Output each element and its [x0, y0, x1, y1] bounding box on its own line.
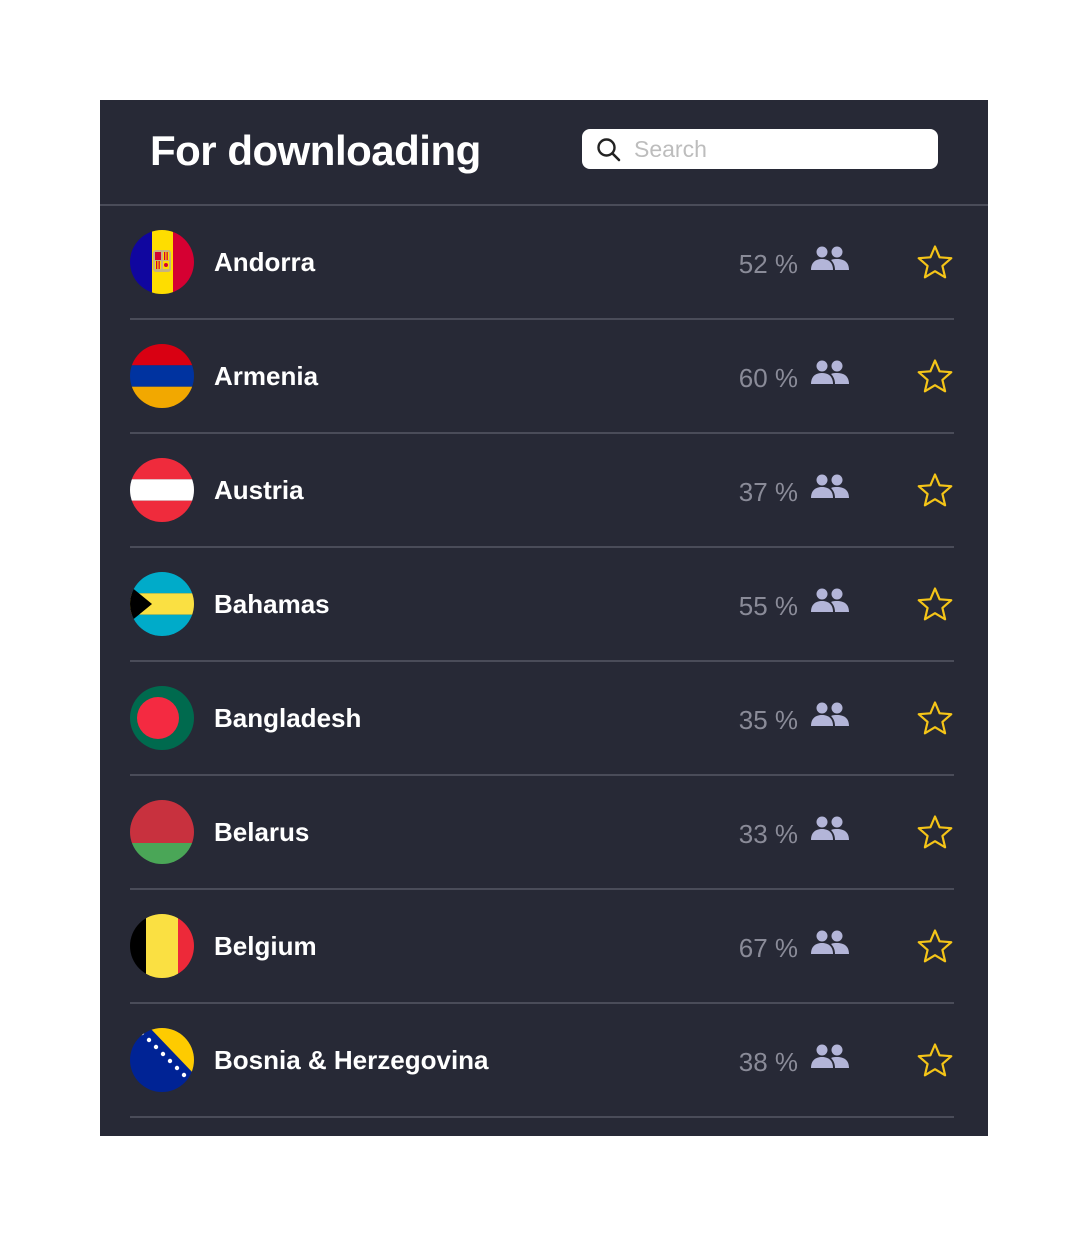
- country-list-panel: For downloading Search Andorra 52 % Arme…: [100, 100, 988, 1136]
- people-icon: [811, 360, 849, 384]
- country-name: Belgium: [214, 931, 317, 961]
- country-row[interactable]: Bangladesh 35 %: [130, 662, 954, 776]
- search-box[interactable]: [582, 129, 938, 169]
- country-name: Armenia: [214, 361, 319, 391]
- favorite-star-icon[interactable]: [916, 472, 954, 510]
- page-title: For downloading: [150, 127, 481, 174]
- favorite-star-icon[interactable]: [916, 1042, 954, 1080]
- load-percent: 60 %: [738, 363, 798, 393]
- favorite-star-icon[interactable]: [916, 244, 954, 282]
- people-icon: [811, 588, 849, 612]
- favorite-star-icon[interactable]: [916, 814, 954, 852]
- favorite-star-icon[interactable]: [916, 358, 954, 396]
- load-percent: 35 %: [738, 705, 798, 735]
- flag-armenia-icon: [130, 344, 194, 408]
- load-percent: 33 %: [738, 819, 798, 849]
- load-percent: 52 %: [738, 249, 798, 279]
- country-name: Bangladesh: [214, 703, 362, 733]
- load-percent: 37 %: [738, 477, 798, 507]
- people-icon: [811, 1044, 849, 1068]
- favorite-star-icon[interactable]: [916, 586, 954, 624]
- country-list: Andorra 52 % Armenia 60 % Austria 37 % B…: [130, 206, 954, 1118]
- people-icon: [811, 702, 849, 726]
- people-icon: [811, 816, 849, 840]
- country-name: Belarus: [214, 817, 310, 847]
- search-icon: [597, 138, 621, 162]
- flag-belarus-icon: [130, 800, 194, 864]
- flag-bahamas-icon: [130, 572, 194, 636]
- search-input[interactable]: [634, 133, 924, 165]
- country-name: Bahamas: [214, 589, 330, 619]
- flag-andorra-icon: [130, 230, 194, 294]
- people-icon: [811, 930, 849, 954]
- favorite-star-icon[interactable]: [916, 928, 954, 966]
- flag-austria-icon: [130, 458, 194, 522]
- country-row[interactable]: Andorra 52 %: [130, 206, 954, 320]
- flag-bangladesh-icon: [130, 686, 194, 750]
- country-row[interactable]: Bosnia & Herzegovina 38 %: [130, 1004, 954, 1118]
- country-row[interactable]: Armenia 60 %: [130, 320, 954, 434]
- flag-belgium-icon: [130, 914, 194, 978]
- country-row[interactable]: Bahamas 55 %: [130, 548, 954, 662]
- favorite-star-icon[interactable]: [916, 700, 954, 738]
- country-name: Bosnia & Herzegovina: [214, 1045, 489, 1075]
- flag-bosnia-icon: [130, 1028, 194, 1092]
- country-row[interactable]: Austria 37 %: [130, 434, 954, 548]
- load-percent: 67 %: [738, 933, 798, 963]
- country-row[interactable]: Belarus 33 %: [130, 776, 954, 890]
- country-name: Andorra: [214, 247, 316, 277]
- load-percent: 55 %: [738, 591, 798, 621]
- load-percent: 38 %: [738, 1047, 798, 1077]
- people-icon: [811, 474, 849, 498]
- country-row[interactable]: Belgium 67 %: [130, 890, 954, 1004]
- people-icon: [811, 246, 849, 270]
- panel-header: For downloading: [100, 100, 988, 206]
- country-name: Austria: [214, 475, 304, 505]
